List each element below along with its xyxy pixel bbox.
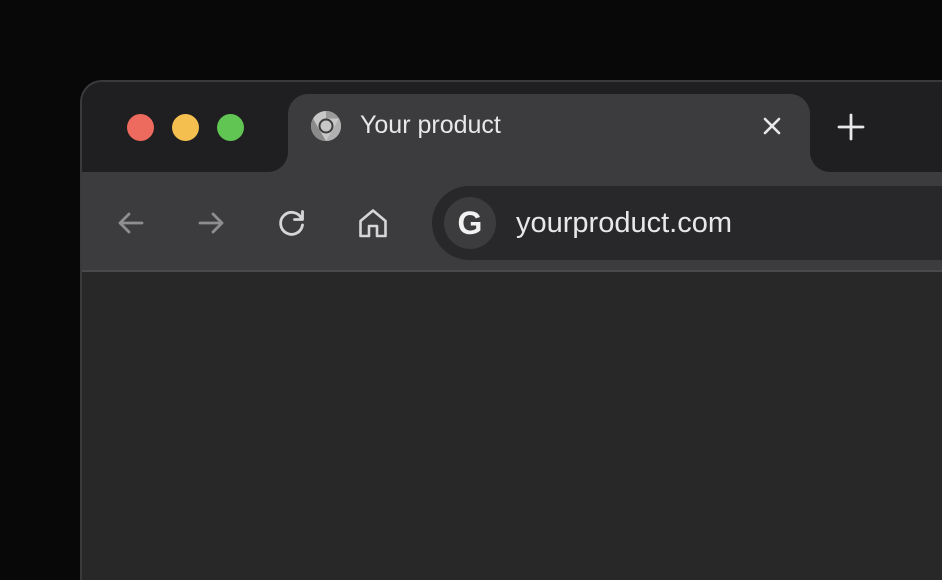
window-close-button[interactable] [127, 114, 154, 141]
reload-icon[interactable] [275, 206, 309, 240]
close-icon[interactable] [758, 112, 786, 140]
tab-title: Your product [360, 111, 501, 139]
page-content [82, 272, 942, 580]
window-maximize-button[interactable] [217, 114, 244, 141]
plus-icon[interactable] [834, 110, 868, 144]
url-text[interactable]: yourproduct.com [516, 205, 732, 241]
site-info-icon[interactable]: G [444, 197, 496, 249]
google-g-icon: G [457, 205, 483, 241]
arrow-right-icon[interactable] [194, 206, 228, 240]
browser-window: Your product G yourproduct.com [80, 80, 942, 580]
chrome-icon [310, 110, 342, 142]
address-bar[interactable]: G yourproduct.com [432, 186, 942, 260]
title-bar: Your product [82, 82, 942, 172]
browser-tab[interactable]: Your product [288, 94, 810, 172]
home-icon[interactable] [356, 206, 390, 240]
arrow-left-icon[interactable] [114, 206, 148, 240]
window-minimize-button[interactable] [172, 114, 199, 141]
browser-toolbar: G yourproduct.com [82, 172, 942, 272]
